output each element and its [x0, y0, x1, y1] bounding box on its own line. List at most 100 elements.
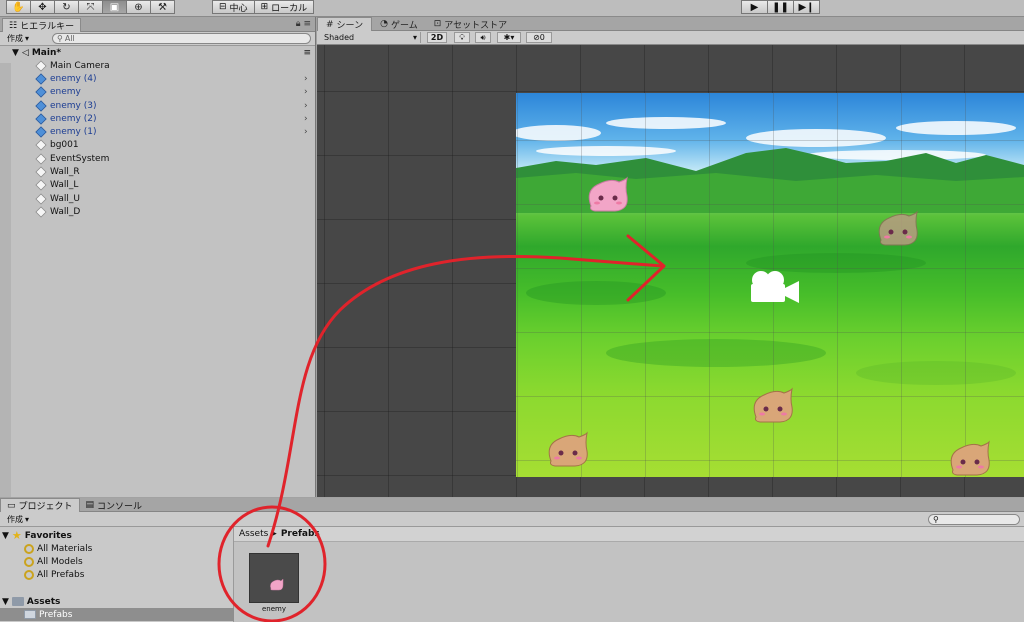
pivot-center-label: 中心	[229, 3, 248, 14]
enemy-sprite-tan-2[interactable]	[750, 387, 794, 425]
tab-scene[interactable]: # シーン	[317, 17, 373, 31]
pivot-center-button[interactable]: ⊟ 中心	[212, 0, 255, 14]
favorite-item-prefabs[interactable]: All Prefabs	[24, 568, 84, 581]
scene-root-item[interactable]: ▼ ◁ Main* ≡	[0, 46, 315, 59]
transform-tool-button[interactable]: ⊕	[126, 0, 151, 14]
tab-hierarchy[interactable]: ☷ ヒエラルキー	[2, 18, 82, 32]
dropdown-arrow-icon: ▾	[25, 34, 30, 43]
hierarchy-item[interactable]: Wall_U	[0, 192, 315, 205]
favorite-item-models[interactable]: All Models	[24, 555, 83, 568]
pivot-local-button[interactable]: ⊞ ローカル	[253, 0, 315, 14]
tab-console[interactable]: ▤ コンソール	[80, 498, 149, 512]
hierarchy-item-label: enemy (1)	[50, 127, 97, 138]
effects-toggle-button[interactable]: ✱▾	[497, 32, 521, 43]
pause-button[interactable]: ❚❚	[767, 0, 794, 14]
2d-toggle-label: 2D	[430, 33, 444, 42]
rotate-tool-button[interactable]: ↻	[54, 0, 79, 14]
hierarchy-item[interactable]: Wall_R	[0, 165, 315, 178]
search-icon: ⚲	[57, 34, 63, 43]
move-tool-button[interactable]: ✥	[30, 0, 55, 14]
prefab-open-arrow-icon[interactable]: ›	[304, 87, 308, 97]
pivot-controls: ⊟ 中心 ⊞ ローカル	[212, 0, 315, 14]
gameobject-cube-icon	[35, 139, 47, 152]
enemy-sprite-tan-3[interactable]	[545, 431, 589, 469]
favorites-item[interactable]: ▼ ★ Favorites	[2, 529, 72, 542]
hierarchy-item[interactable]: bg001	[0, 139, 315, 152]
lighting-toggle-button[interactable]: 💡︎	[454, 32, 470, 43]
hidden-objects-button[interactable]: ⊘ 0	[526, 32, 552, 43]
pivot-icon: ⊟	[219, 2, 227, 12]
audio-toggle-button[interactable]: 🔊︎	[475, 32, 491, 43]
breadcrumb-current[interactable]: Prefabs	[281, 529, 320, 539]
main-toolbar: ✋ ✥ ↻ ⤧ ▣ ⊕ ⚒ ⊟ 中心 ⊞ ローカル ▶ ❚❚ ▶❙	[0, 0, 1024, 17]
favorite-item-materials[interactable]: All Materials	[24, 542, 92, 555]
enemy-sprite-tan-4[interactable]	[947, 440, 991, 478]
console-icon: ▤	[85, 500, 95, 510]
hierarchy-item-label: Main Camera	[50, 60, 110, 71]
prefab-open-arrow-icon[interactable]: ›	[304, 114, 308, 124]
favorite-label: All Models	[37, 556, 83, 567]
rect-icon: ▣	[109, 1, 120, 13]
panel-lock-icon[interactable]: 🔒︎ ≡	[296, 19, 311, 29]
prefabs-folder-item[interactable]: Prefabs	[0, 608, 234, 622]
2d-toggle-button[interactable]: 2D	[427, 32, 447, 43]
hand-icon: ✋	[12, 1, 25, 13]
gameobject-cube-icon	[35, 166, 47, 178]
hand-tool-button[interactable]: ✋	[6, 0, 31, 14]
breadcrumb-separator-icon: ▸	[272, 529, 277, 539]
transform-icon: ⊕	[134, 1, 143, 13]
hierarchy-item[interactable]: enemy (2) ›	[0, 112, 315, 125]
folder-tab-icon: ▭	[7, 500, 16, 511]
prefab-open-arrow-icon[interactable]: ›	[304, 101, 308, 111]
scene-viewport[interactable]	[317, 45, 1024, 497]
prefab-open-arrow-icon[interactable]: ›	[304, 74, 308, 84]
store-icon: ⊡	[433, 19, 442, 29]
enemy-sprite-pink[interactable]	[585, 176, 629, 214]
scene-menu-icon[interactable]: ≡	[303, 48, 311, 58]
search-filter-icon	[24, 543, 34, 554]
search-icon: ⚲	[933, 515, 939, 524]
assets-folder-item[interactable]: ▼ Assets	[2, 595, 60, 608]
enemy-sprite-tan-1[interactable]	[875, 210, 919, 248]
search-filter-icon	[24, 556, 34, 567]
tab-asset-store[interactable]: ⊡ アセットストア	[426, 17, 515, 31]
unity-scene-icon: ◁	[21, 47, 29, 58]
hierarchy-item[interactable]: Wall_D	[0, 205, 315, 218]
asset-thumbnail-enemy[interactable]	[249, 553, 299, 603]
prefab-open-arrow-icon[interactable]: ›	[304, 127, 308, 137]
custom-tool-button[interactable]: ⚒	[150, 0, 175, 14]
camera-gizmo-icon[interactable]	[747, 268, 803, 306]
search-filter-icon	[24, 569, 34, 580]
assets-label: Assets	[26, 596, 61, 607]
scale-tool-button[interactable]: ⤧	[78, 0, 103, 14]
rect-tool-button[interactable]: ▣	[102, 0, 127, 14]
hierarchy-item[interactable]: enemy (3) ›	[0, 99, 315, 112]
breadcrumb-root[interactable]: Assets	[239, 529, 268, 539]
shading-mode-value: Shaded	[324, 33, 355, 42]
project-create-button[interactable]: 作成 ▾	[3, 514, 33, 525]
hierarchy-item[interactable]: enemy (4) ›	[0, 72, 315, 85]
hierarchy-create-button[interactable]: 作成 ▾	[3, 33, 33, 44]
console-tab-label: コンソール	[97, 501, 143, 512]
project-toolbar: 作成 ▾ ⚲	[0, 512, 1024, 527]
play-button[interactable]: ▶	[741, 0, 768, 14]
hierarchy-item[interactable]: Main Camera	[0, 59, 315, 72]
hierarchy-item[interactable]: enemy ›	[0, 86, 315, 99]
gameobject-cube-icon	[35, 206, 47, 218]
shading-mode-select[interactable]: Shaded ▾	[321, 32, 421, 43]
tab-game[interactable]: ◔ ゲーム	[372, 17, 426, 31]
tab-project[interactable]: ▭ プロジェクト	[0, 498, 80, 512]
step-button[interactable]: ▶❙	[793, 0, 820, 14]
prefab-cube-icon	[35, 86, 47, 98]
move-icon: ✥	[38, 1, 47, 13]
hierarchy-item[interactable]: Wall_L	[0, 179, 315, 192]
favorite-label: All Materials	[37, 543, 93, 554]
hierarchy-search-input[interactable]: ⚲ All	[52, 33, 311, 44]
hierarchy-item-label: bg001	[50, 140, 79, 151]
hierarchy-item-label: enemy	[50, 87, 81, 98]
pivot-local-label: ローカル	[271, 3, 308, 14]
hierarchy-item[interactable]: enemy (1) ›	[0, 125, 315, 138]
hierarchy-item[interactable]: EventSystem	[0, 152, 315, 165]
scene-name: Main*	[31, 47, 62, 58]
project-search-input[interactable]: ⚲	[928, 514, 1020, 525]
